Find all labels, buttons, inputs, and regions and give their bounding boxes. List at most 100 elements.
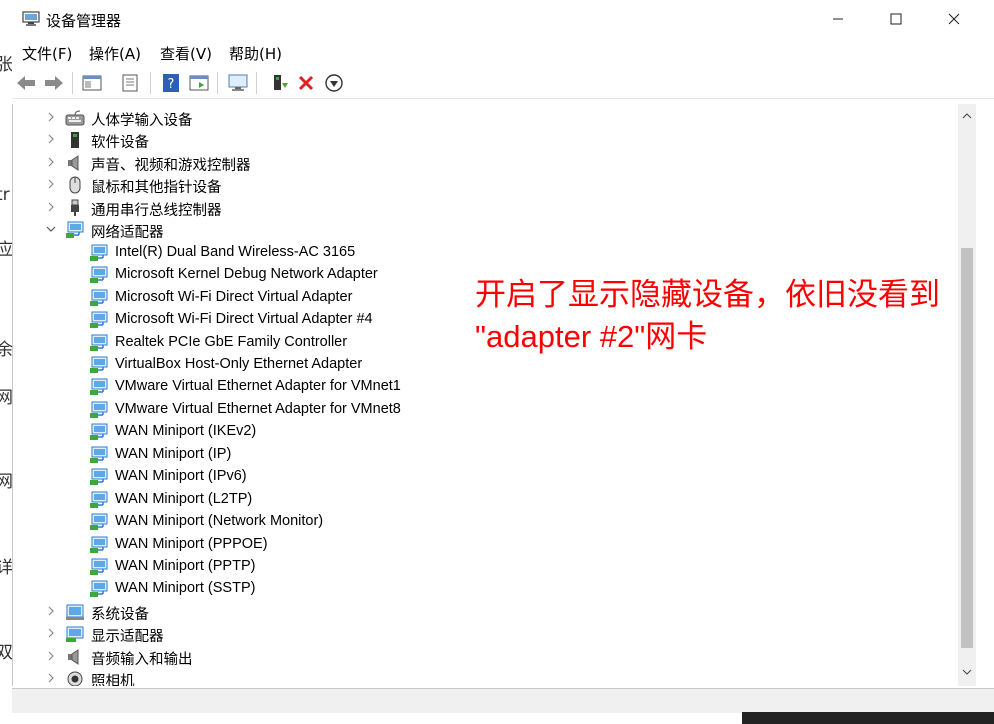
chevron-right-icon[interactable]: [45, 110, 57, 124]
tree-item-label: Microsoft Wi-Fi Direct Virtual Adapter #…: [115, 311, 373, 328]
back-button[interactable]: [14, 71, 38, 95]
tree-item-label: 软件设备: [91, 135, 149, 152]
status-bar: [12, 688, 994, 713]
tree-item-label: VirtualBox Host-Only Ethernet Adapter: [115, 355, 363, 372]
network-icon: [89, 311, 109, 329]
tree-device[interactable]: VMware Virtual Ethernet Adapter for VMne…: [13, 399, 953, 421]
tree-device[interactable]: WAN Miniport (IPv6): [13, 466, 953, 488]
close-button[interactable]: [925, 0, 983, 38]
network-icon: [89, 266, 109, 284]
show-hide-button[interactable]: [118, 71, 142, 95]
chevron-right-icon[interactable]: [45, 155, 57, 169]
disable-device-button[interactable]: [322, 71, 346, 95]
title-bar[interactable]: 设备管理器: [12, 0, 994, 38]
tree-item-label: 人体学输入设备: [91, 113, 193, 129]
network-icon: [89, 580, 109, 598]
chevron-down-icon: [962, 669, 972, 675]
minimize-button[interactable]: [809, 0, 867, 38]
tree-category[interactable]: 音频输入和输出: [13, 646, 953, 668]
tree-item-label: 网络适配器: [91, 225, 164, 242]
tree-device[interactable]: WAN Miniport (Network Monitor): [13, 511, 953, 533]
tree-device[interactable]: WAN Miniport (PPTP): [13, 556, 953, 578]
tree-item-label: 鼠标和其他指针设备: [91, 180, 222, 197]
vertical-scrollbar[interactable]: [958, 104, 976, 686]
network-icon: [89, 423, 109, 441]
camera-icon: [65, 670, 85, 686]
scan-hardware-button[interactable]: [226, 71, 250, 95]
menu-view[interactable]: 查看(V): [160, 43, 212, 64]
tree-category[interactable]: 显示适配器: [13, 623, 953, 645]
uninstall-button[interactable]: [294, 71, 318, 95]
chevron-up-icon: [962, 113, 972, 119]
uninstall-icon: [298, 75, 314, 91]
tree-device[interactable]: WAN Miniport (L2TP): [13, 489, 953, 511]
action-pane-button[interactable]: [187, 71, 211, 95]
action-pane-icon: [189, 75, 209, 91]
close-icon: [948, 13, 960, 25]
bg-text: tr: [0, 185, 10, 205]
tree-category[interactable]: 软件设备: [13, 129, 953, 151]
tree-category[interactable]: 网络适配器: [13, 219, 953, 241]
minimize-icon: [833, 18, 843, 20]
menu-bar: 文件(F) 操作(A) 查看(V) 帮助(H): [12, 40, 994, 66]
device-manager-icon: [22, 11, 40, 26]
tree-category[interactable]: 人体学输入设备: [13, 107, 953, 129]
tree-device[interactable]: WAN Miniport (IP): [13, 444, 953, 466]
hid-icon: [65, 109, 85, 127]
mouse-icon: [65, 176, 85, 194]
menu-help[interactable]: 帮助(H): [229, 43, 282, 64]
tree-category[interactable]: 系统设备: [13, 601, 953, 623]
window-title: 设备管理器: [46, 12, 122, 30]
properties-view-button[interactable]: [80, 71, 104, 95]
tree-item-label: 显示适配器: [91, 629, 164, 646]
network-icon: [89, 558, 109, 576]
tree-device[interactable]: WAN Miniport (SSTP): [13, 578, 953, 600]
tree-category[interactable]: 声音、视频和游戏控制器: [13, 152, 953, 174]
toolbar: ?: [12, 68, 994, 99]
menu-action[interactable]: 操作(A): [89, 43, 141, 64]
scroll-up-button[interactable]: [958, 106, 976, 126]
maximize-button[interactable]: [867, 0, 925, 38]
chevron-right-icon[interactable]: [45, 649, 57, 663]
scroll-down-button[interactable]: [958, 662, 976, 682]
bg-text: 应: [0, 240, 12, 260]
update-driver-icon: [274, 75, 288, 90]
help-button[interactable]: ?: [159, 71, 183, 95]
menu-file[interactable]: 文件(F): [22, 43, 72, 64]
tree-item-label: WAN Miniport (IPv6): [115, 468, 247, 485]
network-icon: [89, 401, 109, 419]
network-icon: [89, 356, 109, 374]
tree-item-label: WAN Miniport (PPPOE): [115, 535, 268, 552]
chevron-right-icon[interactable]: [45, 177, 57, 191]
chevron-right-icon[interactable]: [45, 626, 57, 640]
chevron-down-icon[interactable]: [45, 222, 57, 236]
tree-device[interactable]: WAN Miniport (IKEv2): [13, 421, 953, 443]
tree-category[interactable]: 鼠标和其他指针设备: [13, 174, 953, 196]
tree-item-label: 系统设备: [91, 606, 149, 623]
tree-item-label: 照相机: [91, 674, 135, 686]
chevron-right-icon[interactable]: [45, 200, 57, 214]
tree-category[interactable]: 照相机: [13, 668, 953, 686]
device-tree[interactable]: 人体学输入设备 软件设备 声音、视频和游戏控制器鼠标和其他指针设备 通用串行总线控制器…: [12, 104, 958, 686]
bg-text: 双: [0, 643, 12, 663]
chevron-right-icon[interactable]: [45, 604, 57, 618]
network-icon: [65, 221, 85, 239]
tree-device[interactable]: Intel(R) Dual Band Wireless-AC 3165: [13, 242, 953, 264]
tree-item-label: WAN Miniport (SSTP): [115, 580, 256, 597]
tree-item-label: WAN Miniport (L2TP): [115, 490, 253, 507]
tree-device[interactable]: VMware Virtual Ethernet Adapter for VMne…: [13, 376, 953, 398]
chevron-right-icon[interactable]: [45, 671, 57, 685]
display-adapter-icon: [65, 625, 85, 643]
tree-category[interactable]: 通用串行总线控制器: [13, 197, 953, 219]
usb-icon: [65, 199, 85, 217]
bg-text: 余: [0, 340, 12, 360]
back-icon: [17, 76, 35, 90]
tree-device[interactable]: WAN Miniport (PPPOE): [13, 534, 953, 556]
chevron-right-icon[interactable]: [45, 132, 57, 146]
network-icon: [89, 289, 109, 307]
update-driver-button[interactable]: [267, 71, 291, 95]
bg-text: 详: [0, 558, 12, 578]
background-taskbar: [742, 712, 994, 724]
forward-button[interactable]: [42, 71, 66, 95]
speaker-icon: [65, 648, 85, 666]
